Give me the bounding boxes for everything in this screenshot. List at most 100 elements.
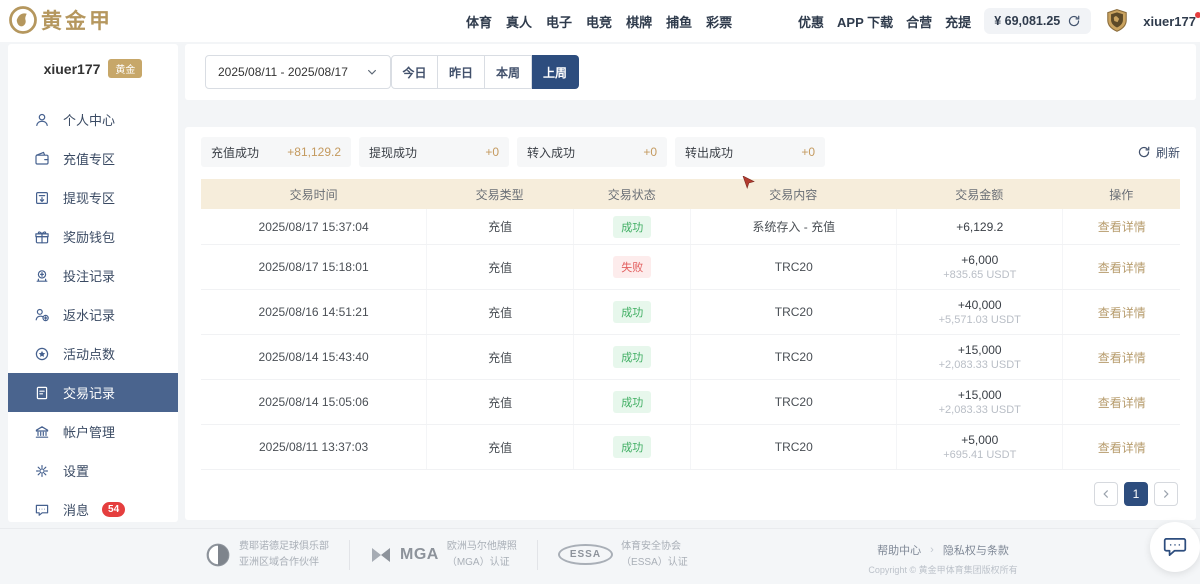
cell-status: 成功 xyxy=(573,209,690,244)
cell-amount: +6,129.2 xyxy=(896,209,1062,244)
header-username-text: xiuer177 xyxy=(1143,14,1196,29)
cell-time: 2025/08/17 15:37:04 xyxy=(201,209,426,244)
sidebar-item[interactable]: 奖励钱包 xyxy=(8,217,178,256)
nav-item[interactable]: 彩票 xyxy=(706,12,732,31)
cell-content: TRC20 xyxy=(690,245,896,289)
sidebar-item[interactable]: 个人中心 xyxy=(8,100,178,139)
transactions-icon xyxy=(34,385,50,401)
status-badge: 成功 xyxy=(613,346,651,368)
period-tab-group: 今日昨日本周上周 xyxy=(391,55,579,89)
filter-tab[interactable]: 上周 xyxy=(532,55,579,89)
nav-item[interactable]: 棋牌 xyxy=(626,12,652,31)
nav-item[interactable]: 捕鱼 xyxy=(666,12,692,31)
copyright: Copyright © 黄金甲体育集团版权所有 xyxy=(868,563,1018,576)
cell-amount: +6,000+835.65 USDT xyxy=(896,245,1062,289)
partner-text-line: 欧洲马尔他牌照 xyxy=(447,539,517,555)
sidebar-item[interactable]: 投注记录 xyxy=(8,256,178,295)
content-card: 充值成功+81,129.2提现成功+0转入成功+0转出成功+0 刷新 交易时间交… xyxy=(185,127,1196,520)
status-badge: 成功 xyxy=(613,301,651,323)
chat-button[interactable] xyxy=(1150,522,1200,572)
cell-type: 充值 xyxy=(426,245,573,289)
header-link[interactable]: APP 下载 xyxy=(837,12,893,31)
balance-pill[interactable]: ¥ 69,081.25 xyxy=(984,8,1091,34)
sidebar-item-label: 提现专区 xyxy=(63,188,115,207)
header-link[interactable]: 充提 xyxy=(945,12,971,31)
cell-content: 系统存入 - 充值 xyxy=(690,209,896,244)
amount-main: +15,000 xyxy=(958,388,1002,402)
partner-text: 体育安全协会（ESSA）认证 xyxy=(621,539,688,570)
header-right: 优惠 APP 下载合营充提 ¥ 69,081.25 xiuer177 xyxy=(798,0,1200,42)
partner-logo: 费耶诺德足球俱乐部亚洲区域合作伙伴 xyxy=(205,539,329,570)
gear-icon xyxy=(34,463,50,479)
header-username[interactable]: xiuer177 xyxy=(1143,14,1196,29)
sidebar-item[interactable]: 提现专区 xyxy=(8,178,178,217)
sidebar: xiuer177 黄金 个人中心充值专区提现专区奖励钱包投注记录返水记录活动点数… xyxy=(8,44,178,522)
cell-content: TRC20 xyxy=(690,335,896,379)
summary-label: 转入成功 xyxy=(527,144,575,161)
sidebar-item[interactable]: 返水记录 xyxy=(8,295,178,334)
view-details-link[interactable]: 查看详情 xyxy=(1098,394,1146,411)
nav-item[interactable]: 体育 xyxy=(466,12,492,31)
sidebar-item[interactable]: 设置 xyxy=(8,451,178,490)
page-current[interactable]: 1 xyxy=(1124,482,1148,506)
view-details-link[interactable]: 查看详情 xyxy=(1098,439,1146,456)
view-details-link[interactable]: 查看详情 xyxy=(1098,349,1146,366)
date-range-select[interactable]: 2025/08/11 - 2025/08/17 xyxy=(205,55,391,89)
cell-status: 成功 xyxy=(573,290,690,334)
page-prev-button[interactable] xyxy=(1094,482,1118,506)
balance-amount: ¥ 69,081.25 xyxy=(994,14,1060,28)
summary-card: 充值成功+81,129.2 xyxy=(201,137,351,167)
cell-amount: +5,000+695.41 USDT xyxy=(896,425,1062,469)
footer-link[interactable]: 帮助中心 xyxy=(877,542,921,558)
refresh-balance-icon[interactable] xyxy=(1067,14,1081,28)
nav-item[interactable]: 电子 xyxy=(546,12,572,31)
partner-logo: MGA欧洲马尔他牌照（MGA）认证 xyxy=(370,539,517,570)
view-details-link[interactable]: 查看详情 xyxy=(1098,304,1146,321)
partner-text-line: 体育安全协会 xyxy=(621,539,688,555)
cell-status: 成功 xyxy=(573,425,690,469)
main-nav: 体育真人电子电竞棋牌捕鱼彩票 xyxy=(466,0,732,42)
partner-logo: ESSA体育安全协会（ESSA）认证 xyxy=(558,539,688,570)
points-icon xyxy=(34,346,50,362)
shield-avatar-icon[interactable] xyxy=(1104,8,1130,34)
table-row: 2025/08/17 15:37:04充值成功系统存入 - 充值+6,129.2… xyxy=(201,209,1180,245)
cell-action: 查看详情 xyxy=(1062,335,1179,379)
table-column-header: 交易类型 xyxy=(426,179,573,209)
cell-action: 查看详情 xyxy=(1062,290,1179,334)
header-link[interactable]: 合营 xyxy=(906,12,932,31)
summary-card: 提现成功+0 xyxy=(359,137,509,167)
sidebar-item[interactable]: 活动点数 xyxy=(8,334,178,373)
footer-links: 帮助中心›隐私权与条款 xyxy=(868,542,1018,558)
cell-time: 2025/08/17 15:18:01 xyxy=(201,245,426,289)
sidebar-item[interactable]: 充值专区 xyxy=(8,139,178,178)
sidebar-item-label: 活动点数 xyxy=(63,344,115,363)
amount-main: +6,000 xyxy=(961,253,998,267)
refresh-button[interactable]: 刷新 xyxy=(1137,144,1180,161)
view-details-link[interactable]: 查看详情 xyxy=(1098,259,1146,276)
cell-status: 成功 xyxy=(573,335,690,379)
mga-logo-text: MGA xyxy=(400,546,439,564)
filter-tab[interactable]: 本周 xyxy=(485,55,532,89)
filter-card: 2025/08/11 - 2025/08/17 今日昨日本周上周 xyxy=(185,44,1196,100)
nav-item[interactable]: 真人 xyxy=(506,12,532,31)
header-link[interactable]: 优惠 xyxy=(798,12,824,31)
cell-action: 查看详情 xyxy=(1062,245,1179,289)
table-row: 2025/08/14 15:43:40充值成功TRC20+15,000+2,08… xyxy=(201,335,1180,380)
brand-logo[interactable]: 黄金甲 xyxy=(8,5,113,35)
table-row: 2025/08/11 13:37:03充值成功TRC20+5,000+695.4… xyxy=(201,425,1180,470)
filter-tab[interactable]: 今日 xyxy=(391,55,438,89)
footer-link[interactable]: 隐私权与条款 xyxy=(943,542,1009,558)
filter-tab[interactable]: 昨日 xyxy=(438,55,485,89)
amount-usdt: +695.41 USDT xyxy=(943,449,1016,461)
wallet-icon xyxy=(34,151,50,167)
view-details-link[interactable]: 查看详情 xyxy=(1098,218,1146,235)
sidebar-item[interactable]: 消息54 xyxy=(8,490,178,529)
nav-item[interactable]: 电竞 xyxy=(586,12,612,31)
gift-icon xyxy=(34,229,50,245)
sidebar-item[interactable]: 帐户管理 xyxy=(8,412,178,451)
cell-type: 充值 xyxy=(426,380,573,424)
page-next-button[interactable] xyxy=(1154,482,1178,506)
cell-type: 充值 xyxy=(426,425,573,469)
refresh-icon xyxy=(1137,145,1151,159)
sidebar-item[interactable]: 交易记录 xyxy=(8,373,178,412)
